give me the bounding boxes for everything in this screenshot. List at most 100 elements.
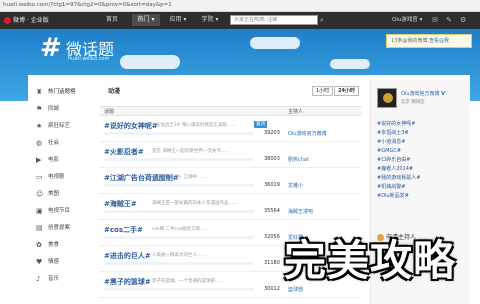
hash-icon: # <box>40 33 62 63</box>
sidebar-item[interactable]: ▣ 电视节目 <box>36 203 98 220</box>
sidebar-item[interactable]: ▭ 电视剧 <box>36 169 98 186</box>
weibo-logo[interactable]: 微博 · 企业版 <box>4 15 49 24</box>
sidebar-item[interactable]: ♥ 情感 <box>36 254 98 271</box>
col-topic-header: 话题 <box>104 109 115 115</box>
watermark: 完美攻略 <box>284 236 457 285</box>
screen-icon: ▣ <box>36 207 43 215</box>
topic-title-link[interactable]: #进击的巨人# <box>104 251 151 261</box>
topic-title-link[interactable]: #火影忍者# <box>104 147 144 157</box>
topic-underline <box>104 158 254 161</box>
table-row: #说好的女神呢# #永恒战士3# 晴心魂说的我是正美眼…… 39203 Olu游戏官方… <box>100 118 362 142</box>
nav-apps[interactable]: 应用 ▾ <box>164 14 192 26</box>
sidebar-item[interactable]: ✿ 美食 <box>36 237 98 254</box>
browser-address-bar[interactable]: huati.weibo.com/?ctg1=97&ctg2=0&prov=0&s… <box>0 0 480 12</box>
sidebar-item[interactable]: ☺ 美图 <box>36 186 98 203</box>
related-topic-link[interactable]: #口碎乐自由# <box>377 156 420 165</box>
host-link[interactable]: Olu游戏官方微博 <box>288 130 327 137</box>
sidebar-item-label: 电视节目 <box>48 208 71 214</box>
topic-description: 是在 海贼王一起的新世界一次关卡…… <box>152 149 230 154</box>
music-icon: ♪ <box>36 275 41 283</box>
related-topic-link[interactable]: #我的游戏我是人# <box>377 174 420 183</box>
view-mentions-link[interactable]: 查看@我 <box>429 38 449 44</box>
related-topic-link[interactable]: #小道消息# <box>377 138 420 147</box>
related-topic-link[interactable]: #Olu新品发# <box>377 192 420 201</box>
pinned-badge: 置顶 <box>254 121 267 128</box>
related-topics: #说好的女神呢# #永恒战士3# #小道消息# #GMGC# #口碎乐自由# #魔者人20… <box>377 120 420 201</box>
sidebar-item[interactable]: ⚑ 同城 <box>36 101 98 118</box>
search-icon[interactable]: ⌕ <box>320 15 330 25</box>
related-topic-link[interactable]: #魔者人2014# <box>377 165 420 174</box>
col-host-header: 主持人 <box>288 109 304 115</box>
host-name[interactable]: Olu游戏官方微博 V <box>401 90 445 97</box>
related-topic-link[interactable]: #机械战警# <box>377 183 420 192</box>
sidebar-item-label: 电影 <box>48 157 60 163</box>
host-link[interactable]: 剧热chat <box>288 156 309 163</box>
top-navigation: 微博 · 企业版 首页 热门 ▾ 应用 ▾ 学院 ▾ 大家正在热搜: 汪峰 ⌕ … <box>0 12 480 29</box>
topic-count: 39203 <box>264 130 280 136</box>
toggle-1-hour[interactable]: 1小时 <box>312 86 334 96</box>
book-icon: ▤ <box>36 224 43 232</box>
topic-underline <box>104 288 254 291</box>
gear-icon[interactable]: ⚙ <box>460 15 466 25</box>
table-row: #江湖广告台荷遗腊制# 《江湖广告台》江湖中…… 36019 龙雕小 <box>100 170 362 194</box>
sidebar-item-label: 情感 <box>48 259 60 265</box>
sidebar-item-label: 电视剧 <box>48 174 65 180</box>
topic-count: 36019 <box>264 182 280 188</box>
topic-count: 30012 <box>264 286 280 292</box>
host-link[interactable]: 龙雕小 <box>288 182 303 189</box>
topic-description: 海贼王是一部长篇的日本少年漫画作品…… <box>152 201 238 206</box>
star-icon: ★ <box>36 122 43 130</box>
topic-title-link[interactable]: #说好的女神呢# <box>104 121 158 131</box>
topic-underline <box>104 262 254 265</box>
flag-icon: ⚑ <box>36 105 43 113</box>
person-icon: ☺ <box>36 190 44 198</box>
table-row: #海贼王# 海贼王是一部长篇的日本少年漫画作品…… 35564 海贼王漫吧 <box>100 196 362 220</box>
nav-academy[interactable]: 学院 ▾ <box>196 14 224 26</box>
edit-icon[interactable]: ✎ <box>446 15 452 25</box>
topic-description: cos网 二手cos服装交易…… <box>152 227 210 232</box>
topic-title-link[interactable]: #黑子的篮球# <box>104 277 151 287</box>
topic-description: #永恒战士3# 晴心魂说的我是正美眼…… <box>152 123 236 128</box>
cloud-decoration <box>250 37 300 49</box>
sidebar-item-label: 美图 <box>48 191 60 197</box>
host-link[interactable]: 海贼王漫吧 <box>288 208 313 215</box>
topic-description: 《江湖广告台》江湖中…… <box>152 175 206 180</box>
related-topic-link[interactable]: #说好的女神呢# <box>377 120 420 129</box>
sidebar-item[interactable]: ▤ 创意提案 <box>36 220 98 237</box>
topic-title-link[interactable]: #cos二手# <box>104 225 143 235</box>
topic-underline <box>104 132 254 135</box>
search-input[interactable]: 大家正在热搜: 汪峰 <box>230 15 318 25</box>
nav-hot[interactable]: 热门 ▾ <box>132 14 160 26</box>
cloud-decoration <box>330 59 370 69</box>
topic-count: 38003 <box>264 156 280 162</box>
sidebar-item[interactable]: ◍ 社会 <box>36 135 98 152</box>
topic-count: 35564 <box>264 208 280 214</box>
sidebar-item[interactable]: ♜ 热门话题榜 <box>36 84 98 101</box>
feed-title: 动漫 <box>108 88 121 95</box>
user-menu[interactable]: Olu游戏官 ▾ <box>392 15 422 25</box>
verified-icon: V <box>441 91 445 97</box>
sidebar-item[interactable]: ★ 疯狂综艺 <box>36 118 98 135</box>
mail-icon[interactable]: ✉ <box>432 15 438 25</box>
food-icon: ✿ <box>36 241 42 249</box>
related-topic-link[interactable]: #永恒战士3# <box>377 129 420 138</box>
toggle-24-hours[interactable]: 24小时 <box>334 86 359 96</box>
brand-url: huati.weibo.com <box>68 56 110 62</box>
mention-notice[interactable]: 13条@我的微博,查看@我 <box>386 34 472 48</box>
topic-title-link[interactable]: #海贼王# <box>104 199 137 209</box>
category-sidebar: ♜ 热门话题榜 ⚑ 同城 ★ 疯狂综艺 ◍ 社会 ▶ 电影 ▭ 电视剧 ☺ 美图 ▣ 电视节目 ▤ 创意提案 ✿ 美食… <box>36 84 98 288</box>
tv-icon: ▭ <box>36 173 43 181</box>
topic-count: 32056 <box>264 234 280 240</box>
film-icon: ▶ <box>36 156 42 164</box>
nav-home[interactable]: 首页 <box>100 14 124 26</box>
sidebar-item[interactable]: ♪ 音乐 <box>36 271 98 288</box>
sidebar-item-label: 美食 <box>48 242 60 248</box>
weibo-eye-icon <box>4 17 11 24</box>
sidebar-item-label: 热门话题榜 <box>48 89 76 95</box>
avatar[interactable] <box>377 88 397 108</box>
url-text[interactable]: huati.weibo.com/?ctg1=97&ctg2=0&prov=0&s… <box>3 2 172 8</box>
related-topic-link[interactable]: #GMGC# <box>377 147 420 156</box>
host-card[interactable]: Olu游戏官方微博 V 北京 朝阳区 <box>377 88 465 112</box>
sidebar-item[interactable]: ▶ 电影 <box>36 152 98 169</box>
sidebar-item-label: 社会 <box>48 140 60 146</box>
